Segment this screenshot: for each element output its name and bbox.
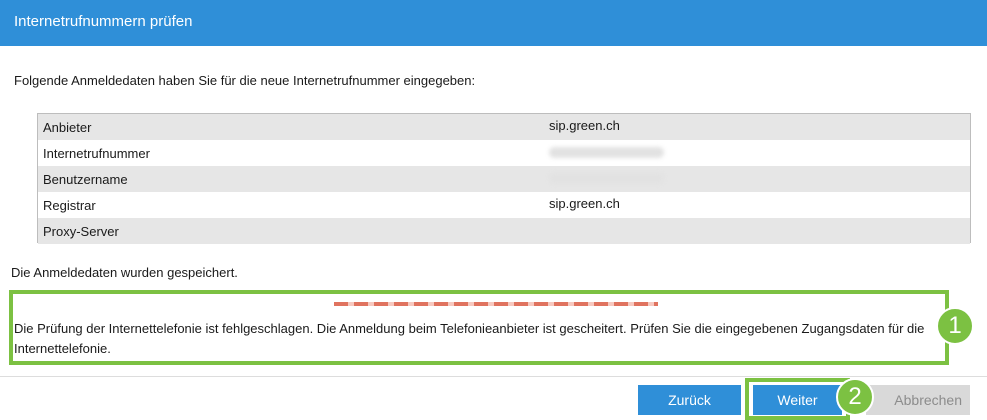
annotation-badge-2: 2	[836, 378, 874, 416]
error-highlight-box: Die Prüfung der Internettelefonie ist fe…	[9, 290, 949, 365]
credentials-table: Anbieter sip.green.ch Internetrufnummer …	[37, 113, 971, 244]
row-label-username: Benutzername	[43, 172, 128, 187]
row-label-registrar: Registrar	[43, 198, 96, 213]
next-button-highlight	[745, 378, 850, 420]
row-label-proxy: Proxy-Server	[43, 224, 119, 239]
redacted-username	[549, 173, 664, 184]
error-indicator-line	[334, 302, 658, 306]
footer-divider	[0, 376, 987, 377]
table-row: Anbieter sip.green.ch	[38, 114, 970, 140]
row-value-provider: sip.green.ch	[549, 118, 620, 133]
back-button[interactable]: Zurück	[638, 385, 741, 415]
redacted-number	[549, 147, 664, 158]
dialog-title: Internetrufnummern prüfen	[14, 13, 193, 30]
row-label-provider: Anbieter	[43, 120, 92, 135]
annotation-badge-1: 1	[936, 307, 974, 345]
intro-text: Folgende Anmeldedaten haben Sie für die …	[14, 73, 476, 88]
table-row: Registrar sip.green.ch	[38, 192, 970, 218]
cancel-button[interactable]: Abbrechen	[866, 385, 970, 415]
row-value-registrar: sip.green.ch	[549, 196, 620, 211]
table-row: Benutzername	[38, 166, 970, 192]
error-message: Die Prüfung der Internettelefonie ist fe…	[14, 321, 925, 356]
dialog-header: Internetrufnummern prüfen	[0, 0, 987, 46]
row-label-number: Internetrufnummer	[43, 146, 150, 161]
table-row: Internetrufnummer	[38, 140, 970, 166]
table-row: Proxy-Server	[38, 218, 970, 244]
saved-message: Die Anmeldedaten wurden gespeichert.	[11, 265, 238, 280]
